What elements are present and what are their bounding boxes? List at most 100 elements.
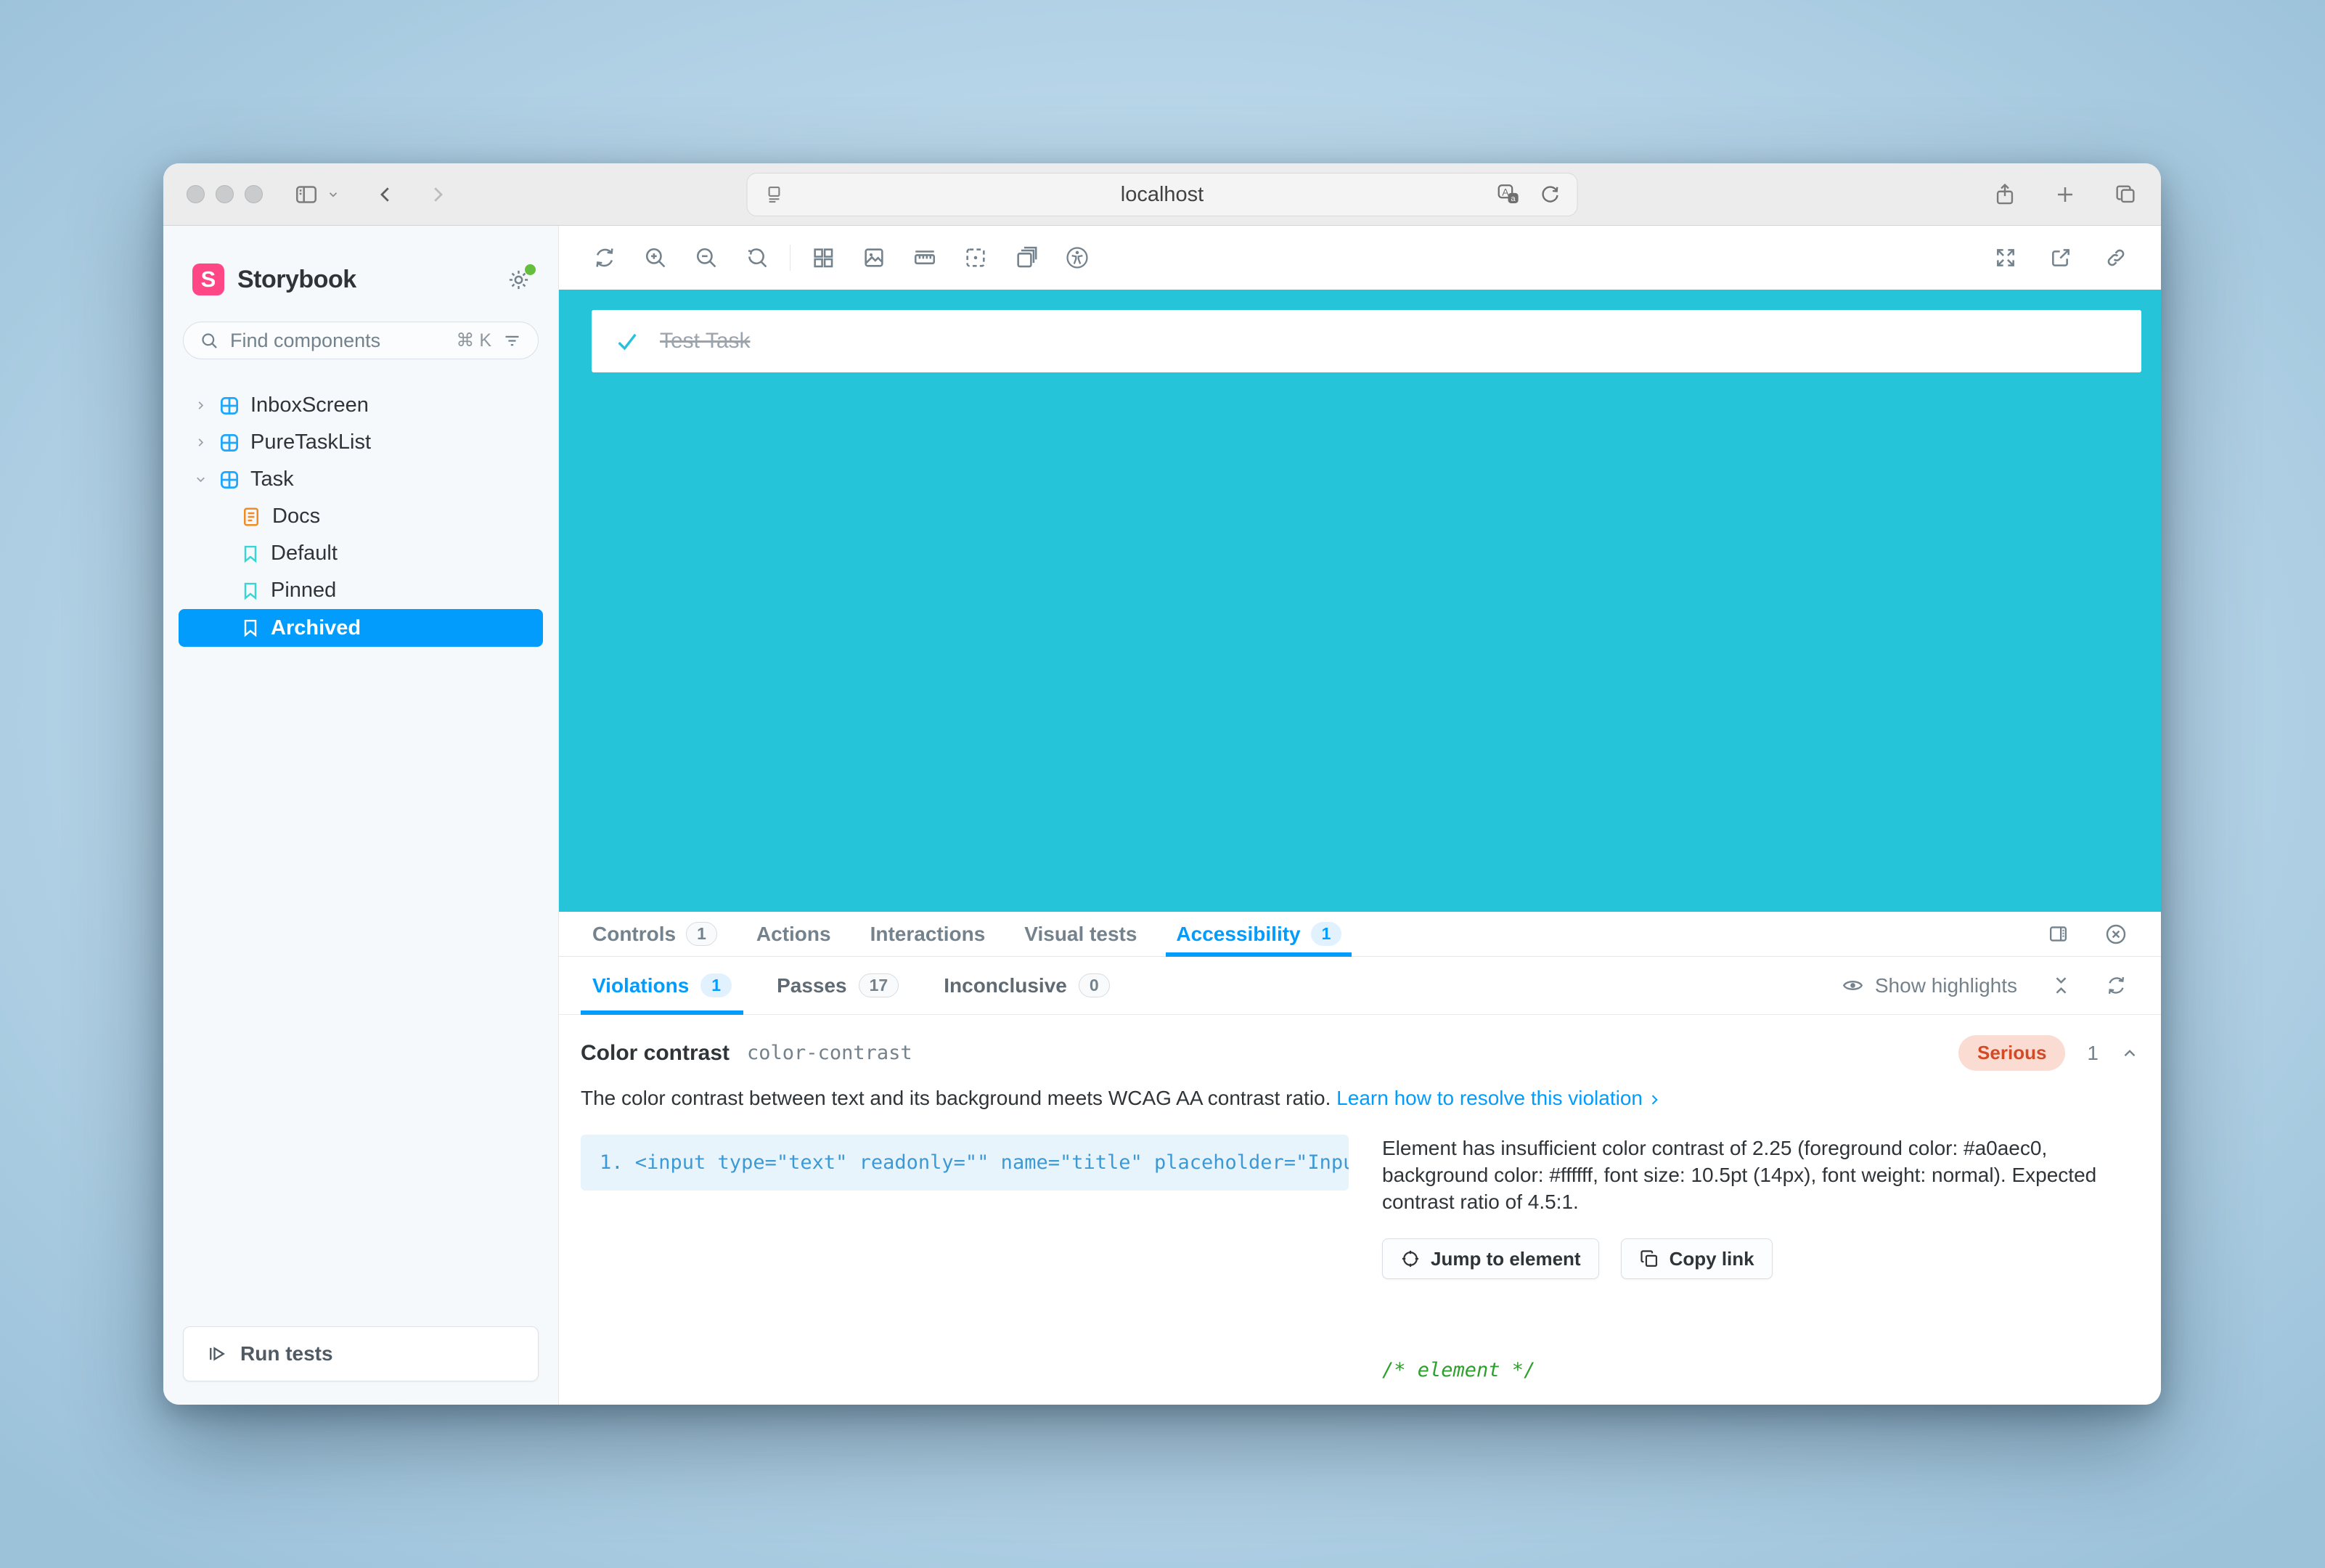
- address-bar[interactable]: localhost Aa: [747, 173, 1578, 216]
- search-icon: [200, 331, 219, 351]
- run-tests-label: Run tests: [240, 1342, 333, 1365]
- zoom-reset-button[interactable]: [745, 245, 769, 270]
- storybook-logo: S: [192, 264, 224, 295]
- close-panel-button[interactable]: [2104, 923, 2128, 946]
- layers-icon: [1014, 245, 1039, 270]
- share-button[interactable]: [1993, 182, 2017, 207]
- sidebar-item-archived[interactable]: Archived: [179, 609, 543, 647]
- collapse-icon: [2051, 975, 2072, 996]
- subtab-badge: 17: [859, 973, 899, 997]
- addon-panel: Controls 1 Actions Interactions Visual t…: [559, 912, 2161, 1405]
- zoom-in-button[interactable]: [643, 245, 668, 270]
- forward-button[interactable]: [427, 184, 449, 205]
- task-title: Test Task: [660, 329, 751, 354]
- sidebar-item-inboxscreen[interactable]: InboxScreen: [163, 387, 558, 424]
- tab-controls[interactable]: Controls 1: [592, 912, 717, 956]
- copy-canvas-link-button[interactable]: [2104, 246, 2128, 269]
- chevron-right-icon: [192, 436, 208, 449]
- tab-badge: 1: [686, 922, 717, 946]
- violation-code-block: /* element */ <input type="text" readonl…: [1382, 1305, 2139, 1405]
- url-text: localhost: [748, 183, 1577, 207]
- minimize-window-button[interactable]: [216, 185, 234, 203]
- panel-position-icon: [2047, 923, 2069, 945]
- close-window-button[interactable]: [187, 185, 205, 203]
- panel-tab-bar: Controls 1 Actions Interactions Visual t…: [559, 912, 2161, 957]
- new-tab-button[interactable]: [2054, 183, 2077, 206]
- chevron-right-icon: [192, 399, 208, 412]
- settings-button[interactable]: [507, 268, 531, 292]
- sidebar-item-label: Archived: [271, 616, 361, 640]
- subtab-passes[interactable]: Passes 17: [777, 957, 899, 1014]
- run-tests-button[interactable]: Run tests: [183, 1326, 539, 1381]
- tab-actions[interactable]: Actions: [756, 912, 831, 956]
- search-input[interactable]: [230, 330, 445, 352]
- jump-to-element-button[interactable]: Jump to element: [1382, 1238, 1599, 1279]
- sidebar-item-label: InboxScreen: [250, 393, 369, 417]
- accessibility-button[interactable]: [1065, 245, 1090, 270]
- copy-link-button[interactable]: Copy link: [1621, 1238, 1773, 1279]
- rerun-tests-button[interactable]: [2105, 974, 2128, 997]
- zoom-out-icon: [694, 245, 719, 270]
- violation-element-item[interactable]: 1. <input type="text" readonly="" name="…: [581, 1135, 1349, 1191]
- copy-link-label: Copy link: [1670, 1248, 1754, 1270]
- sidebar-item-docs[interactable]: Docs: [163, 498, 558, 535]
- notification-dot: [525, 264, 536, 275]
- bookmark-icon: [240, 618, 261, 638]
- browser-window: localhost Aa S Storybook: [163, 163, 2161, 1405]
- sidebar-item-label: Pinned: [271, 579, 336, 603]
- canvas-toolbar: [559, 226, 2161, 290]
- zoom-window-button[interactable]: [245, 185, 263, 203]
- violation-rule-id: color-contrast: [747, 1042, 912, 1064]
- resolve-violation-link[interactable]: Learn how to resolve this violation: [1336, 1087, 1643, 1109]
- eye-icon: [1842, 974, 1864, 997]
- close-circle-icon: [2104, 923, 2128, 946]
- sidebar-item-pinned[interactable]: Pinned: [163, 572, 558, 609]
- collapse-all-button[interactable]: [2051, 975, 2072, 996]
- link-chevron-icon: [1647, 1093, 1662, 1107]
- sidebar-toggle-icon: [293, 181, 319, 208]
- plus-icon: [2054, 183, 2077, 206]
- chevron-down-icon: [327, 188, 340, 201]
- collapse-violation-button[interactable]: [2120, 1044, 2139, 1063]
- search-box: ⌘ K: [183, 322, 539, 359]
- subtab-inconclusive[interactable]: Inconclusive 0: [944, 957, 1109, 1014]
- search-shortcut: ⌘ K: [456, 330, 491, 351]
- back-button[interactable]: [375, 184, 396, 205]
- violation-description: The color contrast between text and its …: [581, 1087, 1331, 1109]
- fullscreen-button[interactable]: [1994, 246, 2017, 269]
- sidebar-item-puretasklist[interactable]: PureTaskList: [163, 424, 558, 461]
- open-new-tab-button[interactable]: [2049, 246, 2072, 269]
- subtab-violations[interactable]: Violations 1: [592, 957, 732, 1014]
- checkmark-icon[interactable]: [615, 329, 640, 354]
- tab-accessibility[interactable]: Accessibility 1: [1176, 912, 1341, 956]
- outline-button[interactable]: [963, 245, 988, 270]
- task-item[interactable]: Test Task: [592, 310, 2141, 372]
- subtab-label: Inconclusive: [944, 974, 1067, 997]
- filter-icon[interactable]: [502, 331, 522, 351]
- tab-overview-button[interactable]: [2113, 182, 2138, 207]
- sidebar-item-task[interactable]: Task: [163, 461, 558, 498]
- sidebar-item-default[interactable]: Default: [163, 535, 558, 572]
- viewport-button[interactable]: [811, 245, 835, 270]
- severity-badge: Serious: [1958, 1035, 2065, 1071]
- tab-interactions[interactable]: Interactions: [870, 912, 986, 956]
- sidebar-menu-button[interactable]: [327, 188, 340, 201]
- tab-label: Actions: [756, 923, 831, 946]
- story-stack-button[interactable]: [1014, 245, 1039, 270]
- remount-button[interactable]: [592, 245, 617, 270]
- background-button[interactable]: [862, 245, 886, 270]
- measure-button[interactable]: [912, 245, 937, 270]
- sync-icon: [592, 245, 617, 270]
- share-icon: [1993, 182, 2017, 207]
- tab-label: Interactions: [870, 923, 986, 946]
- tab-visual-tests[interactable]: Visual tests: [1024, 912, 1137, 956]
- panel-position-button[interactable]: [2047, 923, 2069, 945]
- story-canvas: Test Task: [559, 290, 2161, 912]
- zoom-out-button[interactable]: [694, 245, 719, 270]
- show-highlights-label: Show highlights: [1875, 974, 2017, 997]
- show-highlights-toggle[interactable]: Show highlights: [1842, 974, 2017, 997]
- sidebar-toggle-button[interactable]: [293, 181, 319, 208]
- tab-label: Controls: [592, 923, 676, 946]
- subtab-label: Passes: [777, 974, 847, 997]
- tab-overview-icon: [2113, 182, 2138, 207]
